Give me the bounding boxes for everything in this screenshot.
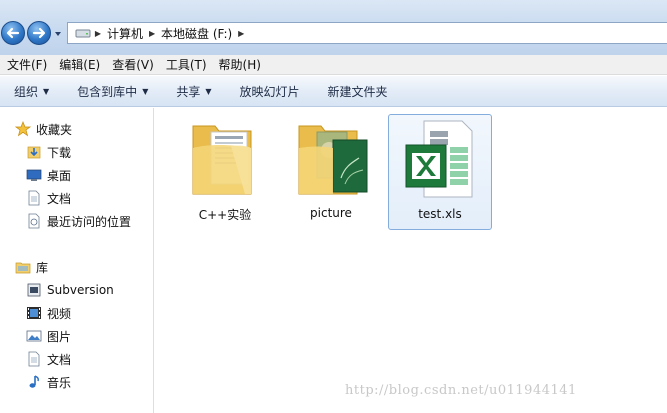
library-icon	[15, 259, 31, 275]
video-icon	[26, 305, 42, 321]
sidebar-item-label: 桌面	[47, 168, 72, 183]
sidebar-item-subversion[interactable]: Subversion	[26, 280, 114, 300]
slideshow-label: 放映幻灯片	[239, 84, 300, 99]
drive-icon	[75, 29, 91, 38]
picture-icon	[26, 328, 42, 344]
sidebar-item-desktop[interactable]: 桌面	[26, 165, 71, 185]
recent-places-icon	[26, 213, 42, 229]
breadcrumb-label: 本地磁盘 (F:)	[161, 26, 233, 41]
file-item[interactable]: test.xls	[388, 114, 492, 230]
sidebar-item-documents[interactable]: 文档	[26, 188, 71, 208]
excel-file-icon	[405, 120, 473, 198]
sidebar-item-label: 下载	[47, 145, 72, 160]
share-button[interactable]: 共享 ▼	[176, 83, 211, 100]
forward-button[interactable]	[27, 21, 51, 45]
chevron-right-icon: ▶	[94, 28, 102, 38]
navigation-pane: 收藏夹 下载 桌面 文档 最近访问的位置 库 Subversion 视频 图片 …	[0, 108, 154, 413]
menu-help[interactable]: 帮助(H)	[212, 56, 266, 73]
chevron-down-icon: ▼	[205, 86, 212, 96]
sidebar-item-downloads[interactable]: 下载	[26, 142, 71, 162]
include-in-library-button[interactable]: 包含到库中 ▼	[77, 83, 148, 100]
sidebar-item-pictures[interactable]: 图片	[26, 326, 71, 346]
back-button[interactable]	[1, 21, 25, 45]
sidebar-item-label: 音乐	[47, 375, 72, 390]
chevron-right-icon: ▶	[148, 28, 156, 38]
sidebar-libraries[interactable]: 库	[15, 257, 48, 277]
command-toolbar: 组织 ▼ 包含到库中 ▼ 共享 ▼ 放映幻灯片 新建文件夹	[0, 76, 667, 107]
sidebar-item-recent-places[interactable]: 最近访问的位置	[26, 211, 131, 231]
breadcrumb-label: 计算机	[107, 26, 144, 41]
new-folder-button[interactable]: 新建文件夹	[328, 83, 388, 100]
star-icon	[15, 121, 31, 137]
file-name: test.xls	[418, 207, 462, 221]
arrow-left-icon	[6, 27, 20, 39]
chevron-down-icon: ▼	[142, 86, 149, 96]
libraries-label: 库	[36, 260, 49, 275]
music-note-icon	[26, 374, 42, 390]
file-item[interactable]: picture	[279, 114, 383, 230]
chevron-right-icon: ▶	[238, 28, 245, 38]
menu-file[interactable]: 文件(F)	[0, 56, 52, 73]
sidebar-item-label: 视频	[47, 306, 72, 321]
arrow-right-icon	[32, 27, 46, 39]
menu-bar: 文件(F) 编辑(E) 查看(V) 工具(T) 帮助(H)	[0, 55, 667, 75]
menu-tools[interactable]: 工具(T)	[159, 56, 212, 73]
sidebar-item-label: 文档	[47, 191, 72, 206]
desktop-icon	[26, 167, 42, 183]
file-name: picture	[310, 206, 352, 220]
sidebar-item-label: 图片	[47, 329, 72, 344]
breadcrumb-computer[interactable]: 计算机 ▶	[105, 23, 159, 43]
sidebar-item-library-documents[interactable]: 文档	[26, 349, 71, 369]
watermark: http://blog.csdn.net/u011944141	[345, 383, 577, 398]
recent-pages-dropdown[interactable]	[53, 29, 63, 39]
document-icon	[26, 351, 42, 367]
organize-label: 组织	[14, 84, 39, 99]
favorites-label: 收藏夹	[36, 122, 73, 137]
share-label: 共享	[176, 84, 201, 99]
menu-edit[interactable]: 编辑(E)	[52, 56, 105, 73]
new-folder-label: 新建文件夹	[327, 84, 388, 99]
picture-folder-icon	[298, 125, 368, 195]
include-in-library-label: 包含到库中	[77, 84, 138, 99]
sidebar-favorites[interactable]: 收藏夹	[15, 119, 72, 139]
download-folder-icon	[26, 144, 42, 160]
organize-button[interactable]: 组织 ▼	[14, 83, 49, 100]
breadcrumb-root-separator[interactable]: ▶	[91, 23, 105, 43]
chevron-down-icon: ▼	[43, 86, 50, 96]
file-item[interactable]: C++实验	[173, 114, 277, 230]
file-list: C++实验 picture test.xls	[155, 108, 667, 413]
breadcrumb-drive-f[interactable]: 本地磁盘 (F:) ▶	[159, 23, 248, 43]
subversion-icon	[26, 282, 42, 298]
sidebar-item-music[interactable]: 音乐	[26, 372, 71, 392]
navigation-bar: ▶ 计算机 ▶ 本地磁盘 (F:) ▶	[0, 0, 667, 55]
address-bar[interactable]: ▶ 计算机 ▶ 本地磁盘 (F:) ▶	[67, 22, 667, 44]
slideshow-button[interactable]: 放映幻灯片	[240, 83, 300, 100]
file-name: C++实验	[198, 208, 252, 222]
menu-view[interactable]: 查看(V)	[105, 56, 159, 73]
sidebar-item-label: 最近访问的位置	[47, 214, 132, 229]
document-icon	[26, 190, 42, 206]
sidebar-item-videos[interactable]: 视频	[26, 303, 71, 323]
sidebar-item-label: Subversion	[47, 283, 114, 297]
sidebar-item-label: 文档	[47, 352, 72, 367]
folder-icon	[192, 125, 252, 195]
